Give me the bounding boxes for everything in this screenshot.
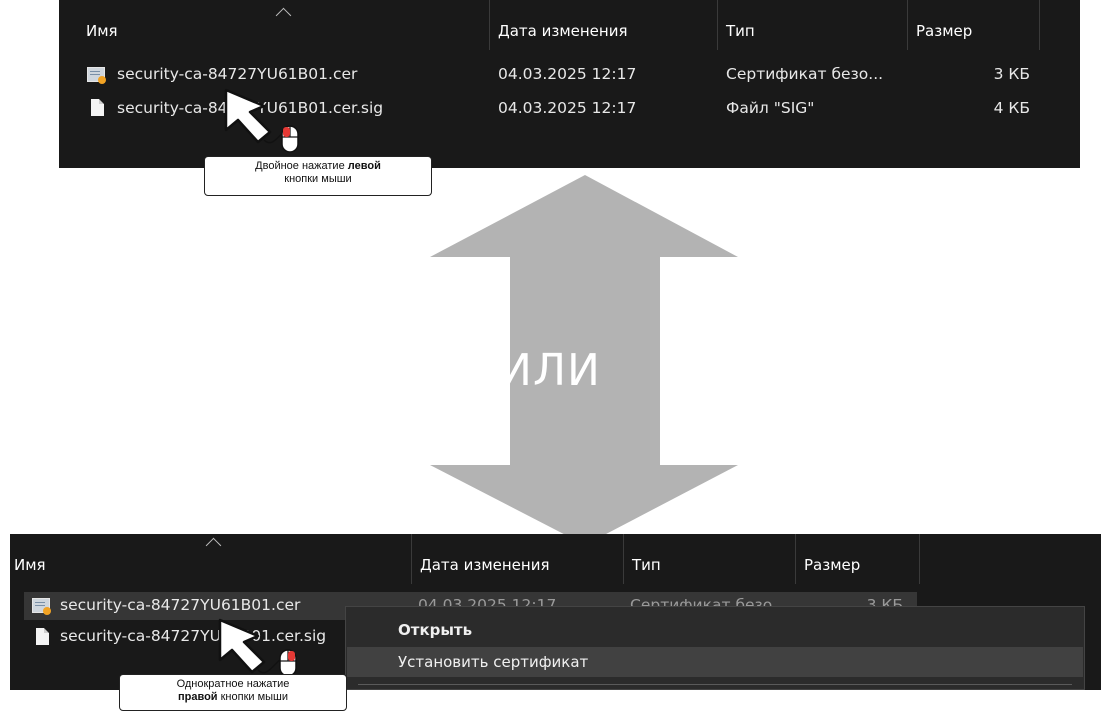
file-icon <box>91 99 104 116</box>
column-header-type-label: Тип <box>632 556 661 574</box>
menu-separator <box>358 684 1072 685</box>
callout-bold-text: левой <box>347 160 381 172</box>
menu-item-install-certificate[interactable]: Установить сертификат <box>347 647 1083 677</box>
column-header-size[interactable]: Размер <box>796 534 920 584</box>
context-menu: Открыть Установить сертификат <box>345 606 1085 690</box>
file-size: 3 КБ <box>993 65 1030 83</box>
callout-text: Однократное нажатие <box>176 678 290 690</box>
column-header-name-label: Имя <box>86 22 118 40</box>
callout-text: кнопки мыши <box>217 691 289 703</box>
file-icon <box>36 628 49 645</box>
menu-item-open[interactable]: Открыть <box>347 615 1083 645</box>
column-header-type[interactable]: Тип <box>624 534 796 584</box>
column-header-type-label: Тип <box>726 22 755 40</box>
column-header-name-label: Имя <box>14 556 46 574</box>
column-header-date[interactable]: Дата изменения <box>490 0 718 50</box>
column-header-name[interactable]: Имя <box>10 534 412 584</box>
left-mouse-button-icon <box>283 127 290 137</box>
column-header-row: Имя Дата изменения Тип Размер <box>10 534 1101 584</box>
column-header-size[interactable]: Размер <box>908 0 1040 50</box>
sort-ascending-icon <box>275 7 292 24</box>
callout-text: Двойное нажатие <box>255 160 348 172</box>
menu-item-install-label: Установить сертификат <box>398 653 589 671</box>
certificate-icon <box>87 67 106 84</box>
column-header-size-label: Размер <box>804 556 861 574</box>
file-date: 04.03.2025 12:17 <box>498 99 637 117</box>
file-name: security-ca-84727YU61B01.cer <box>117 65 358 83</box>
file-size: 4 КБ <box>993 99 1030 117</box>
column-header-date-label: Дата изменения <box>498 22 628 40</box>
file-date: 04.03.2025 12:17 <box>498 65 637 83</box>
column-header-date[interactable]: Дата изменения <box>412 534 624 584</box>
column-header-size-label: Размер <box>916 22 973 40</box>
menu-item-open-label: Открыть <box>398 621 473 639</box>
double-left-click-callout: Двойное нажатие левой кнопки мыши <box>204 156 432 196</box>
right-mouse-button-icon <box>288 651 295 661</box>
column-header-date-label: Дата изменения <box>420 556 550 574</box>
sort-ascending-icon <box>205 537 222 554</box>
column-header-name[interactable]: Имя <box>59 0 490 50</box>
file-type: Файл "SIG" <box>726 99 815 117</box>
column-header-type[interactable]: Тип <box>718 0 908 50</box>
or-label: ИЛИ <box>499 345 601 396</box>
file-type: Сертификат безо... <box>726 65 884 83</box>
callout-text: кнопки мыши <box>284 173 352 185</box>
column-header-row: Имя Дата изменения Тип Размер <box>59 0 1080 50</box>
single-right-click-callout: Однократное нажатие правой кнопки мыши <box>119 674 347 711</box>
mouse-pointer-icon <box>224 88 299 153</box>
callout-bold-text: правой <box>177 691 218 703</box>
certificate-icon <box>32 598 51 615</box>
